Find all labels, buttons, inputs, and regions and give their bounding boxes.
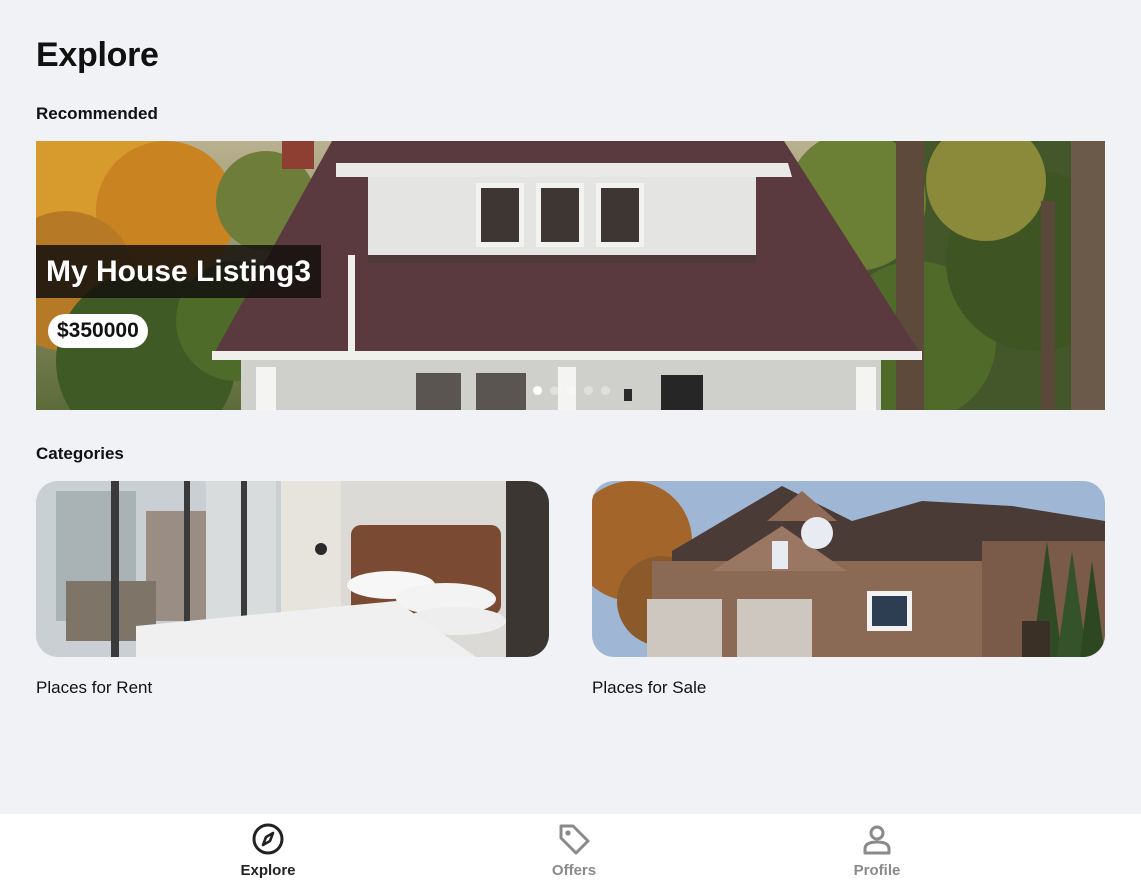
page-title: Explore [36, 36, 159, 74]
user-icon [863, 825, 891, 855]
carousel-dot[interactable] [533, 386, 542, 395]
carousel-pagination [533, 386, 610, 395]
nav-profile[interactable]: Profile [817, 822, 937, 879]
bottom-nav: Explore Offers Profile [0, 814, 1141, 888]
category-card-rent[interactable] [36, 481, 549, 657]
nav-profile-label: Profile [853, 862, 901, 879]
bedroom-photo [36, 481, 549, 657]
price-badge: $350000 [48, 314, 148, 348]
category-label-sale[interactable]: Places for Sale [592, 678, 706, 698]
category-card-sale[interactable] [592, 481, 1105, 657]
house-exterior-photo [592, 481, 1105, 657]
nav-explore-label: Explore [240, 862, 296, 879]
nav-offers-label: Offers [551, 862, 597, 879]
categories-heading: Categories [36, 444, 124, 463]
category-label-rent[interactable]: Places for Rent [36, 678, 152, 698]
recommended-heading: Recommended [36, 104, 158, 123]
carousel-dot[interactable] [567, 386, 576, 395]
tag-icon [559, 824, 590, 855]
nav-explore[interactable]: Explore [208, 822, 328, 879]
nav-offers[interactable]: Offers [514, 822, 634, 879]
listing-title: My House Listing3 [36, 245, 322, 298]
carousel-dot[interactable] [584, 386, 593, 395]
compass-icon [252, 823, 284, 855]
recommended-carousel[interactable]: My House Listing3 $350000 [36, 141, 1105, 410]
carousel-dot[interactable] [601, 386, 610, 395]
carousel-dot[interactable] [550, 386, 559, 395]
